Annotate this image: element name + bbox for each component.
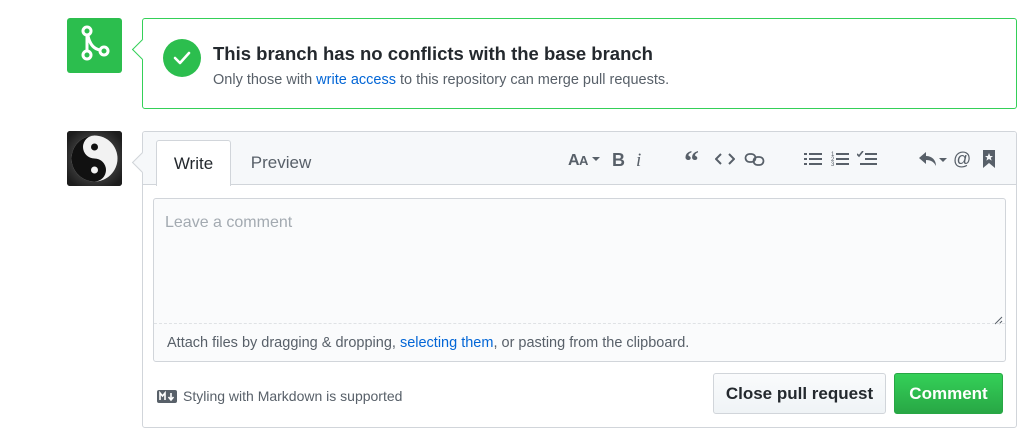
merge-subtitle-after: to this repository can merge pull reques…: [395, 72, 670, 88]
comment-tabbar: Write Preview A A B i “ 1 2 3 @: [143, 132, 1016, 186]
bulleted-list-icon[interactable]: [803, 148, 823, 170]
quote-icon[interactable]: “: [684, 148, 704, 170]
code-icon[interactable]: [715, 148, 735, 170]
comment-button[interactable]: Comment: [894, 373, 1003, 414]
attach-files-bar[interactable]: Attach files by dragging & dropping, sel…: [154, 323, 1005, 361]
reference-icon[interactable]: [981, 148, 997, 170]
text-size-icon[interactable]: A A: [568, 148, 604, 170]
italic-icon[interactable]: i: [633, 148, 647, 170]
attach-text-after: , or pasting from the clipboard.: [493, 335, 690, 351]
merge-status-title: This branch has no conflicts with the ba…: [213, 43, 653, 64]
git-merge-icon: [78, 24, 112, 67]
markdown-icon: [157, 389, 177, 403]
task-list-icon[interactable]: [856, 148, 878, 170]
avatar[interactable]: [67, 131, 122, 186]
comment-textarea[interactable]: [154, 199, 1005, 324]
markdown-note-text: Styling with Markdown is supported: [183, 388, 403, 404]
comment-form: Write Preview A A B i “ 1 2 3 @ Leave a …: [142, 131, 1017, 428]
mention-icon[interactable]: @: [953, 148, 973, 170]
close-pull-request-button[interactable]: Close pull request: [713, 373, 886, 414]
svg-text:i: i: [636, 150, 641, 168]
check-icon: [163, 39, 201, 77]
link-icon[interactable]: [744, 148, 766, 170]
select-files-link[interactable]: selecting them: [400, 335, 494, 351]
numbered-list-icon[interactable]: 1 2 3: [830, 148, 850, 170]
merge-status-box: This branch has no conflicts with the ba…: [142, 18, 1017, 109]
bold-icon[interactable]: B: [610, 148, 626, 170]
svg-text:A: A: [579, 153, 589, 168]
tab-preview[interactable]: Preview: [239, 140, 323, 186]
comment-textarea-wrap: Attach files by dragging & dropping, sel…: [153, 198, 1006, 362]
write-access-link[interactable]: write access: [316, 72, 396, 88]
saved-reply-icon[interactable]: [918, 148, 948, 170]
markdown-note[interactable]: Styling with Markdown is supported: [157, 388, 402, 404]
tab-write[interactable]: Write: [156, 140, 231, 186]
svg-text:@: @: [953, 149, 971, 169]
svg-text:“: “: [684, 150, 699, 168]
svg-text:B: B: [612, 150, 625, 168]
merge-subtitle-before: Only those with: [213, 72, 317, 88]
git-merge-icon-box: [67, 18, 122, 73]
svg-text:3: 3: [831, 162, 835, 167]
attach-text-before: Attach files by dragging & dropping,: [167, 335, 400, 351]
merge-status-subtitle: Only those with write access to this rep…: [213, 72, 669, 88]
